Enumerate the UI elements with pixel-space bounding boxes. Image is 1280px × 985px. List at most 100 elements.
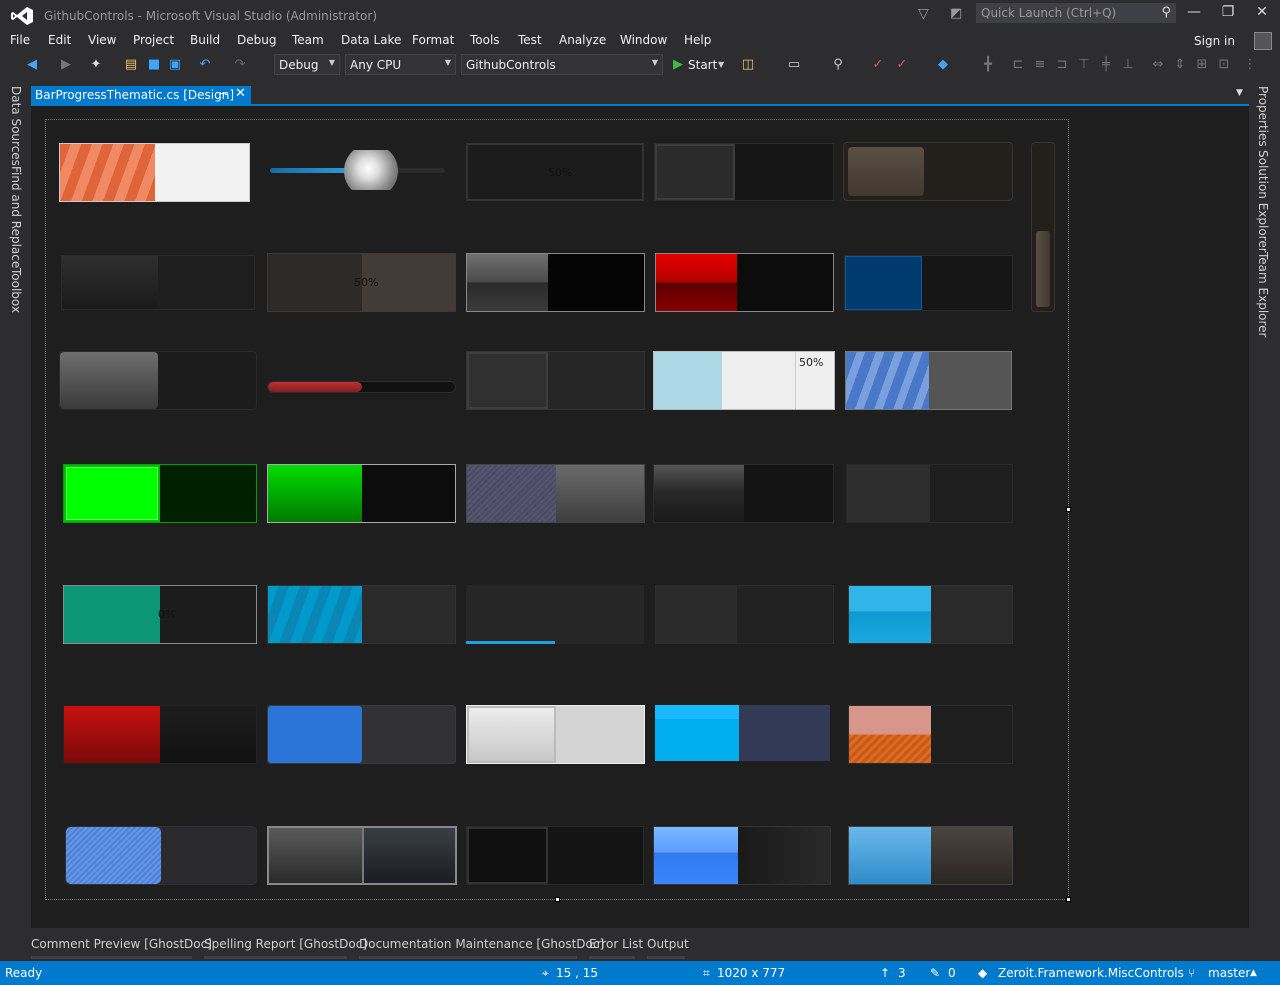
progress-bar[interactable] [267, 585, 456, 644]
document-tab[interactable]: BarProgressThematic.cs [Design] ⊸ ✕ [31, 86, 251, 105]
make-same-size-icon[interactable]: ⊞ [1194, 57, 1210, 73]
progress-bar[interactable] [267, 381, 456, 393]
start-play-icon[interactable]: ▶ [670, 57, 686, 73]
progress-bar[interactable] [63, 705, 257, 764]
chevron-up-icon[interactable]: ▲ [1250, 968, 1257, 978]
toolbar-overflow-icon[interactable]: ⋮ [1242, 57, 1258, 73]
minimize-button[interactable]: — [1180, 4, 1208, 24]
status-repository[interactable]: Zeroit.Framework.MiscControls [998, 966, 1184, 980]
progress-bar[interactable] [845, 351, 1012, 410]
new-project-icon[interactable]: ✦ [88, 57, 104, 73]
align-middle-icon[interactable]: ╪ [1098, 57, 1114, 73]
quick-launch-input[interactable]: Quick Launch (Ctrl+Q) ⚲ [976, 3, 1176, 23]
branch-icon[interactable]: ⑂ [1188, 966, 1195, 980]
progress-bar[interactable] [653, 464, 834, 523]
save-icon[interactable]: ■ [146, 57, 162, 73]
align-icon[interactable]: ╋ [980, 57, 996, 73]
resize-handle-right[interactable] [1066, 507, 1071, 512]
progress-bar[interactable] [466, 351, 645, 410]
align-top-icon[interactable]: ⊤ [1076, 57, 1092, 73]
make-same-width-icon[interactable]: ⇔ [1150, 57, 1166, 73]
spell-check-icon[interactable]: ✓ [870, 57, 886, 73]
menu-help[interactable]: Help [684, 33, 711, 47]
side-tab-find-and-replace[interactable]: Find and Replace [9, 166, 23, 268]
pencil-icon[interactable]: ✎ [930, 966, 940, 980]
align-left-icon[interactable]: ⊏ [1010, 57, 1026, 73]
resize-handle-bottom[interactable] [555, 897, 560, 902]
progress-slider[interactable] [270, 150, 445, 190]
make-same-height-icon[interactable]: ⇕ [1172, 57, 1188, 73]
pin-icon[interactable]: ⊸ [219, 87, 228, 100]
progress-bar[interactable] [65, 826, 257, 885]
spell-check-options-icon[interactable]: ✓ [894, 57, 910, 73]
menu-data-lake[interactable]: Data Lake [341, 33, 401, 47]
progress-bar[interactable]: 0% [63, 585, 257, 644]
tab-documentation-maintenance[interactable]: Documentation Maintenance [GhostDoc] [359, 937, 604, 951]
redo-icon[interactable]: ↷ [232, 57, 248, 73]
start-dropdown-icon[interactable]: ▼ [718, 60, 724, 69]
progress-bar[interactable] [654, 143, 834, 201]
side-tab-data-sources[interactable]: Data Sources [9, 86, 23, 166]
slider-knob[interactable] [344, 150, 398, 190]
progress-bar[interactable]: 50% [466, 143, 644, 201]
progress-bar[interactable] [653, 826, 831, 885]
menu-file[interactable]: File [10, 33, 30, 47]
repository-icon[interactable]: ◆ [978, 966, 987, 980]
tab-output[interactable]: Output [647, 937, 689, 951]
menu-format[interactable]: Format [412, 33, 454, 47]
menu-analyze[interactable]: Analyze [559, 33, 606, 47]
ghostdoc-icon[interactable]: ◆ [935, 57, 951, 73]
tab-comment-preview[interactable]: Comment Preview [GhostDoc] [31, 937, 212, 951]
menu-edit[interactable]: Edit [48, 33, 71, 47]
save-all-icon[interactable]: ▣ [167, 57, 183, 73]
progress-bar[interactable] [61, 255, 255, 310]
progress-bar[interactable]: 50% [267, 253, 456, 312]
start-button[interactable]: Start [688, 58, 717, 72]
resize-handle-corner[interactable] [1066, 897, 1071, 902]
tab-list-dropdown-icon[interactable]: ▼ [1236, 88, 1243, 98]
navigate-forward-icon[interactable]: ▶ [58, 57, 74, 73]
progress-bar[interactable] [63, 464, 257, 523]
sign-in-link[interactable]: Sign in [1194, 34, 1235, 48]
menu-team[interactable]: Team [292, 33, 324, 47]
push-arrow-icon[interactable]: ↑ [880, 966, 890, 980]
vertical-progress-bar[interactable] [1031, 142, 1055, 312]
close-window-button[interactable]: ✕ [1248, 4, 1276, 24]
solution-platform-select[interactable]: Any CPU ▼ [345, 54, 456, 75]
notifications-filter-icon[interactable]: ▽ [918, 6, 929, 22]
undo-icon[interactable]: ↶ [197, 57, 213, 73]
progress-bar[interactable] [267, 826, 457, 885]
align-bottom-icon[interactable]: ⊥ [1120, 57, 1136, 73]
menu-tools[interactable]: Tools [470, 33, 500, 47]
progress-bar[interactable] [466, 253, 645, 312]
close-tab-icon[interactable]: ✕ [235, 86, 246, 101]
align-center-icon[interactable]: ≡ [1032, 57, 1048, 73]
progress-bar[interactable] [59, 143, 250, 202]
progress-bar[interactable] [466, 585, 644, 644]
menu-window[interactable]: Window [620, 33, 667, 47]
grid-icon[interactable]: ⊡ [1216, 57, 1232, 73]
account-icon[interactable] [1254, 32, 1272, 50]
progress-bar[interactable] [848, 705, 1013, 764]
menu-view[interactable]: View [88, 33, 116, 47]
side-tab-team-explorer[interactable]: Team Explorer [1256, 252, 1270, 338]
tab-error-list[interactable]: Error List [589, 937, 643, 951]
progress-bar[interactable] [466, 705, 645, 764]
progress-bar[interactable] [848, 585, 1013, 644]
side-tab-solution-explorer[interactable]: Solution Explorer [1256, 150, 1270, 253]
progress-bar[interactable] [655, 585, 834, 644]
feedback-icon[interactable]: ◩ [950, 6, 962, 21]
restore-button[interactable]: ❐ [1214, 4, 1242, 24]
solution-configuration-select[interactable]: Debug ▼ [274, 54, 340, 75]
browser-link-icon[interactable]: ◫ [740, 57, 756, 73]
progress-bar[interactable] [267, 464, 456, 523]
status-unpushed-count[interactable]: 3 [898, 966, 906, 980]
status-changes-count[interactable]: 0 [948, 966, 956, 980]
menu-project[interactable]: Project [133, 33, 174, 47]
progress-bar[interactable] [844, 255, 1013, 311]
progress-bar[interactable] [466, 464, 645, 523]
menu-test[interactable]: Test [518, 33, 542, 47]
progress-bar[interactable] [466, 826, 644, 885]
progress-bar[interactable] [267, 705, 456, 764]
progress-bar[interactable]: 50% [653, 351, 835, 410]
